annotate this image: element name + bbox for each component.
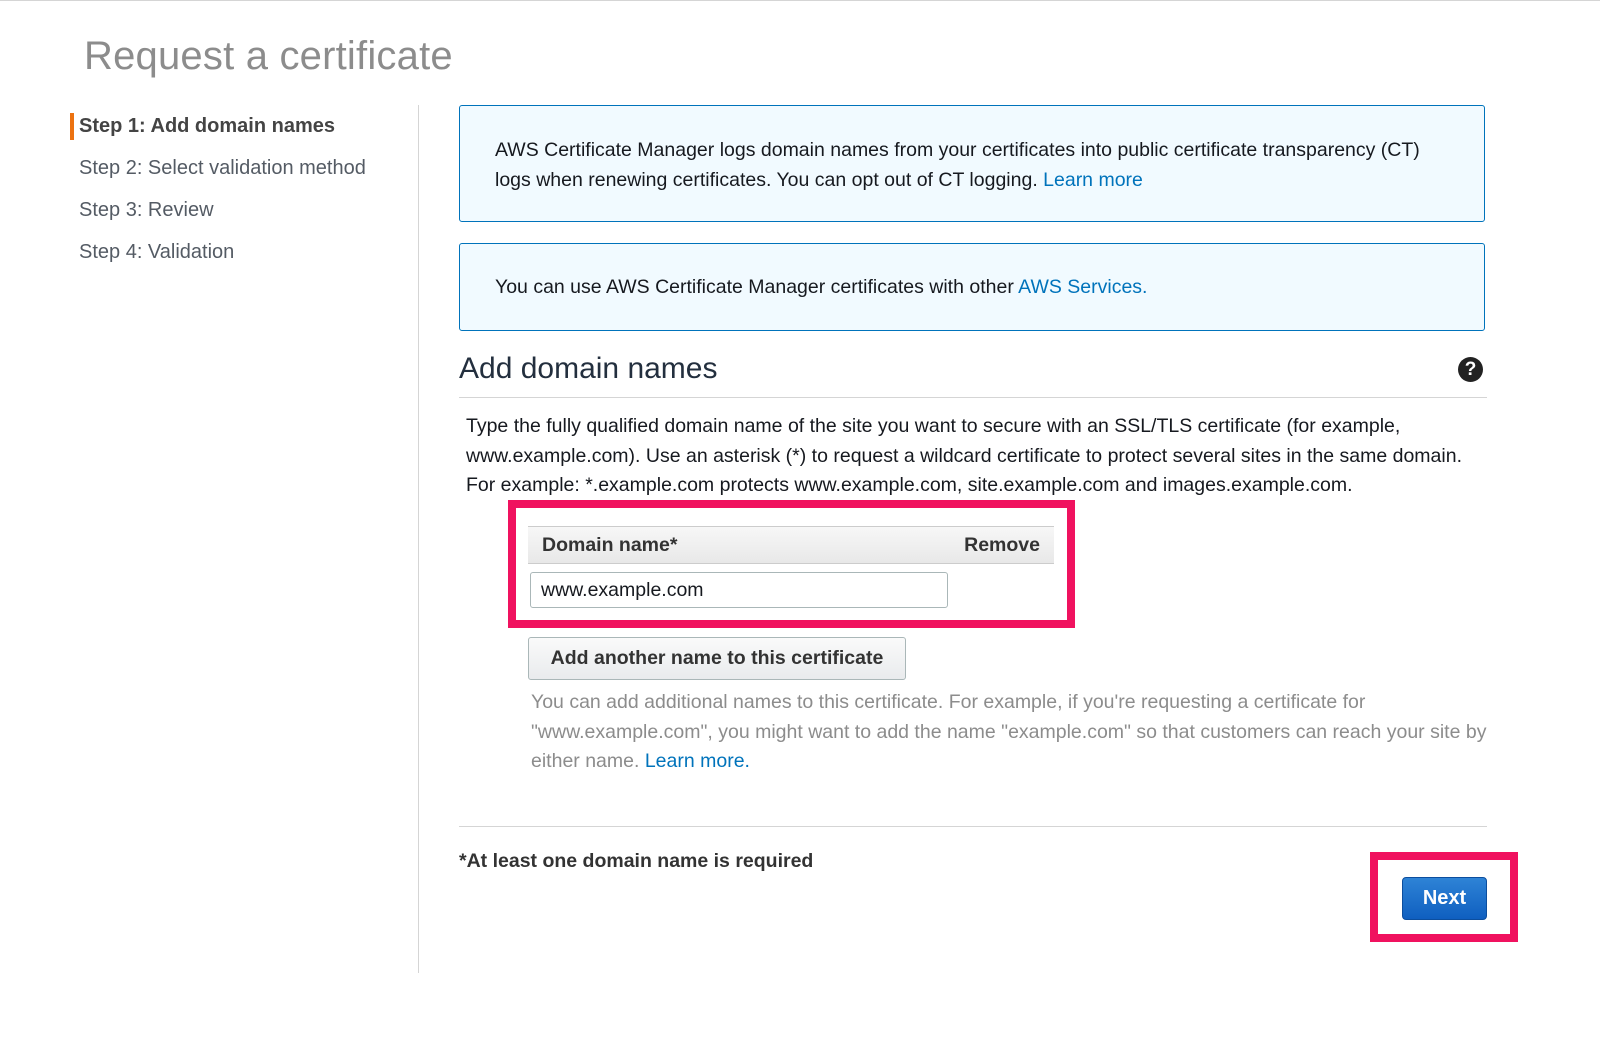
required-note: *At least one domain name is required	[459, 850, 814, 872]
step-1-add-domain-names[interactable]: Step 1: Add domain names	[70, 110, 410, 152]
aws-services-text: You can use AWS Certificate Manager cert…	[495, 276, 1014, 298]
active-step-marker	[70, 113, 74, 140]
step-label: Step 4: Validation	[79, 241, 235, 263]
page-title: Request a certificate	[84, 34, 453, 78]
footer-divider	[459, 826, 1487, 827]
aws-services-info-box: You can use AWS Certificate Manager cert…	[459, 243, 1485, 331]
step-label: Step 2: Select validation method	[79, 157, 366, 179]
sidebar-divider	[418, 105, 419, 973]
next-button[interactable]: Next	[1402, 877, 1487, 920]
help-icon[interactable]: ?	[1458, 357, 1483, 382]
add-another-name-button[interactable]: Add another name to this certificate	[528, 637, 906, 680]
ct-logging-text: AWS Certificate Manager logs domain name…	[495, 139, 1420, 191]
domain-table-highlight	[508, 500, 1075, 628]
step-label: Step 3: Review	[79, 199, 214, 221]
domain-name-input[interactable]	[530, 572, 948, 608]
aws-services-link[interactable]: AWS Services.	[1018, 276, 1147, 298]
step-4-validation[interactable]: Step 4: Validation	[70, 236, 410, 278]
section-title: Add domain names	[459, 352, 718, 385]
ct-learn-more-link[interactable]: Learn more	[1043, 169, 1143, 191]
ct-logging-info-box: AWS Certificate Manager logs domain name…	[459, 105, 1485, 222]
section-description: Type the fully qualified domain name of …	[466, 415, 1462, 496]
top-divider	[0, 0, 1600, 1]
step-label: Step 1: Add domain names	[79, 115, 335, 137]
section-divider	[459, 397, 1487, 398]
column-header-domain-name: Domain name*	[542, 533, 678, 556]
step-2-select-validation-method[interactable]: Step 2: Select validation method	[70, 152, 410, 194]
wizard-steps: Step 1: Add domain names Step 2: Select …	[70, 110, 410, 278]
step-3-review[interactable]: Step 3: Review	[70, 194, 410, 236]
hint-learn-more-link[interactable]: Learn more.	[645, 750, 750, 772]
table-header: Domain name* Remove	[528, 526, 1054, 564]
add-name-hint: You can add additional names to this cer…	[531, 688, 1491, 777]
column-header-remove: Remove	[964, 533, 1040, 556]
domain-names-table: Domain name* Remove	[528, 526, 1054, 608]
